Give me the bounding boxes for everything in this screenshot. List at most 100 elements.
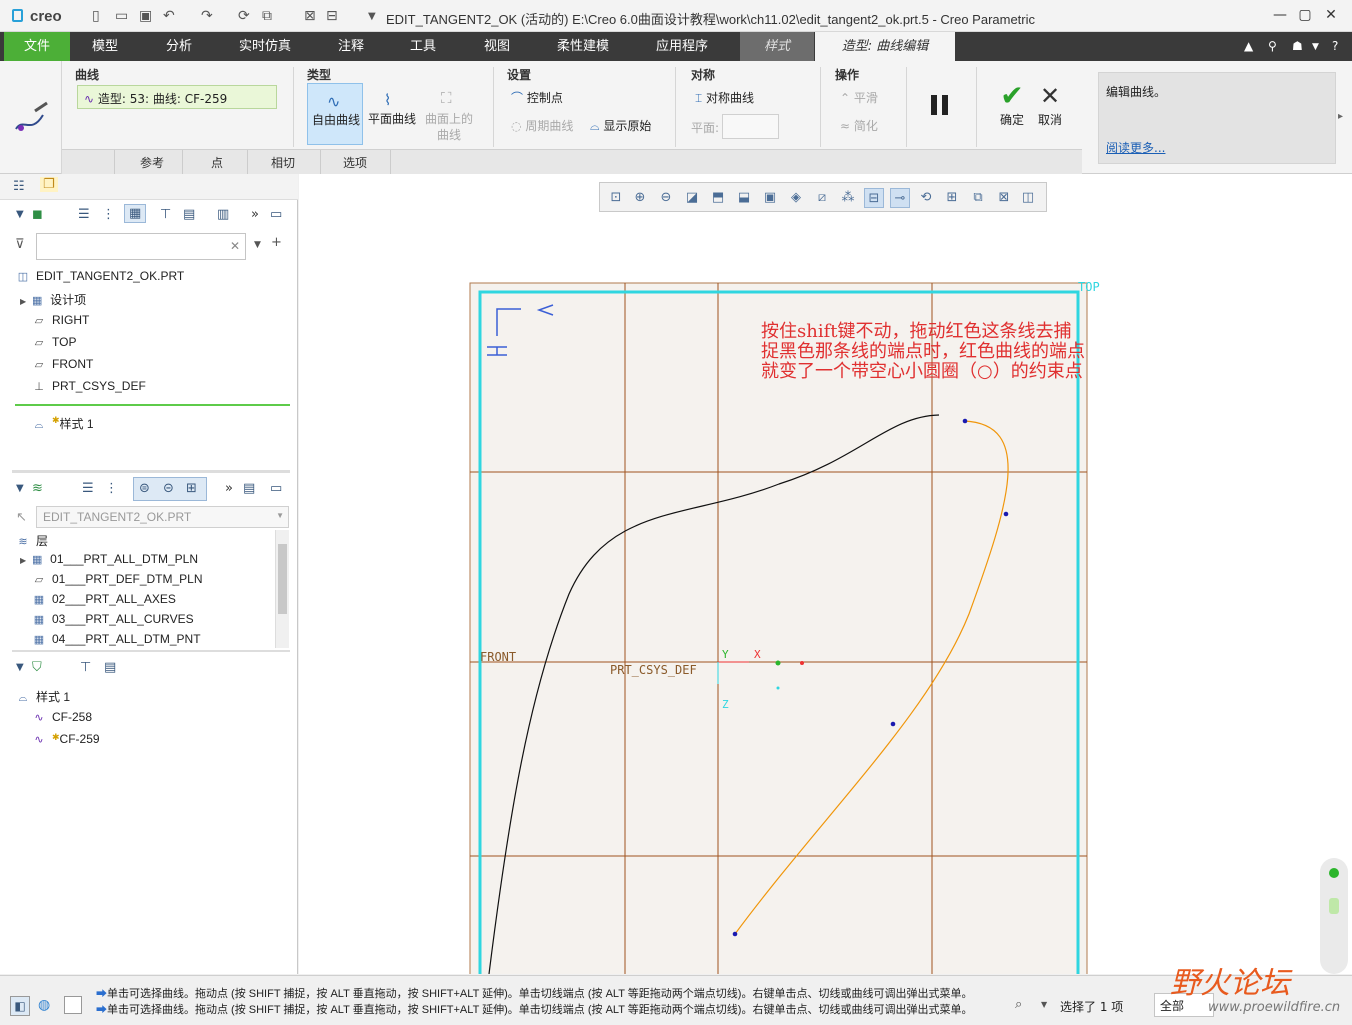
new-file-icon[interactable]: ▯	[92, 8, 100, 24]
tree-item-front[interactable]: ▱ FRONT	[32, 357, 94, 371]
layer-item[interactable]: ▦ 03___PRT_ALL_CURVES	[32, 612, 194, 626]
control-point[interactable]	[1003, 511, 1009, 517]
chevron-down-icon[interactable]: ▼	[16, 662, 24, 673]
show-icon[interactable]: ▤	[183, 207, 195, 222]
navigator-toggle-icon[interactable]: ◧	[10, 996, 30, 1016]
more-icon[interactable]: »	[251, 207, 259, 222]
layer-scrollbar[interactable]	[275, 530, 289, 648]
tab-file[interactable]: 文件	[4, 32, 70, 61]
export-icon[interactable]: ▭	[270, 207, 282, 222]
layer-item[interactable]: ▦ 04___PRT_ALL_DTM_PNT	[32, 632, 201, 646]
show-icon[interactable]: ▤	[104, 660, 116, 675]
tree-columns-icon[interactable]: ▦	[124, 204, 147, 223]
learning-icon[interactable]: ☗	[1292, 39, 1303, 53]
layer-settings-icon[interactable]: ▤	[243, 481, 255, 496]
subtab-point[interactable]: 点	[211, 154, 223, 171]
more-icon[interactable]: »	[225, 481, 233, 496]
chevron-down-icon[interactable]: ▼	[368, 11, 376, 22]
minimize-ribbon-icon[interactable]: ▲	[1244, 39, 1253, 53]
chevron-down-icon[interactable]: ▼	[1312, 42, 1319, 52]
curve-collector[interactable]: ∿ 造型: 53: 曲线: CF-259	[77, 85, 277, 109]
tab-applications[interactable]: 应用程序	[644, 32, 720, 61]
expand-all-icon[interactable]: ☰	[82, 481, 94, 496]
collapse-all-icon[interactable]: ⋮	[102, 207, 115, 222]
fullscreen-icon[interactable]	[64, 996, 82, 1014]
layer-item[interactable]: ▦ 02___PRT_ALL_AXES	[32, 592, 176, 606]
save-icon[interactable]: ▣	[139, 8, 152, 24]
style-tree-curve[interactable]: ∿ ✱CF-259	[32, 732, 99, 746]
layer-item[interactable]: ▱ 01___PRT_DEF_DTM_PLN	[32, 572, 203, 586]
tree-filter-icon[interactable]: ⊤	[80, 660, 91, 675]
subtab-options[interactable]: 选项	[343, 154, 367, 171]
chevron-down-icon[interactable]: ▼	[16, 209, 24, 220]
splitter[interactable]	[12, 650, 290, 652]
chevron-down-icon[interactable]: ▼	[276, 511, 284, 520]
customize-icon[interactable]: ⊟	[326, 8, 338, 24]
symmetric-curve-button[interactable]: ⌶ 对称曲线	[695, 89, 754, 106]
close-window-icon[interactable]: ⊠	[304, 8, 316, 24]
tab-model[interactable]: 模型	[72, 32, 138, 61]
periodic-curve-button[interactable]: ◌ 周期曲线	[511, 117, 573, 134]
show-original-button[interactable]: ⌓ 显示原始	[590, 117, 651, 134]
redo-icon[interactable]: ↷	[201, 8, 213, 24]
layer-model-dropdown[interactable]: EDIT_TANGENT2_OK.PRT ▼	[36, 506, 289, 528]
tab-curve-edit[interactable]: 造型: 曲线编辑	[815, 32, 955, 61]
layer-hide-icon[interactable]: ⊝	[163, 481, 174, 496]
tab-tools[interactable]: 工具	[390, 32, 456, 61]
plane-label-top[interactable]: TOP	[1078, 280, 1100, 294]
help-read-more-link[interactable]: 阅读更多...	[1106, 139, 1165, 156]
ok-button[interactable]: ✔ 确定	[994, 81, 1030, 133]
tree-item-top[interactable]: ▱ TOP	[32, 335, 77, 349]
insert-indicator[interactable]	[15, 404, 290, 406]
settings-icon[interactable]: ▥	[217, 207, 229, 222]
subtab-references[interactable]: 参考	[140, 154, 164, 171]
folder-browser-tab-icon[interactable]: ❐	[40, 177, 58, 192]
expand-all-icon[interactable]: ☰	[78, 207, 90, 222]
minimize-button[interactable]: —	[1270, 7, 1290, 23]
control-point-button[interactable]: ⌒ 控制点	[511, 89, 563, 106]
plane-label-front[interactable]: FRONT	[480, 650, 516, 664]
simplify-button[interactable]: ≈ 简化	[840, 117, 878, 134]
tab-view[interactable]: 视图	[464, 32, 530, 61]
layer-isolate-icon[interactable]: ⊞	[186, 481, 197, 496]
control-point[interactable]	[962, 418, 968, 424]
filter-icon[interactable]: ⊽	[15, 237, 25, 252]
chevron-down-icon[interactable]: ▼	[254, 240, 261, 250]
smooth-button[interactable]: ⌃ 平滑	[840, 89, 878, 106]
csys-label[interactable]: PRT_CSYS_DEF	[610, 663, 697, 677]
regenerate-icon[interactable]: ⟳	[238, 8, 250, 24]
tab-simulation[interactable]: 实时仿真	[226, 32, 304, 61]
tab-analysis[interactable]: 分析	[146, 32, 212, 61]
model-view[interactable]: TOP FRONT PRT_CSYS_DEF Y X Z	[299, 174, 1352, 974]
tree-search-input[interactable]: ✕	[36, 233, 246, 260]
tab-annotate[interactable]: 注释	[318, 32, 384, 61]
layer-show-icon[interactable]: ⊜	[139, 481, 150, 496]
cancel-button[interactable]: ✕ 取消	[1034, 81, 1066, 133]
help-icon[interactable]: ?	[1332, 39, 1338, 53]
add-icon[interactable]: +	[271, 235, 282, 250]
pause-button[interactable]	[928, 93, 952, 117]
open-file-icon[interactable]: ▭	[115, 8, 128, 24]
clear-icon[interactable]: ✕	[230, 239, 240, 253]
maximize-button[interactable]: ▢	[1295, 7, 1315, 23]
model-tree-tab-icon[interactable]: ☷	[13, 179, 25, 194]
curve-on-surface-button[interactable]: ⛶ 曲面上的 曲线	[423, 83, 479, 145]
tab-style[interactable]: 样式	[740, 32, 814, 61]
tree-item-right[interactable]: ▱ RIGHT	[32, 313, 90, 327]
windows-icon[interactable]: ⧉	[262, 8, 272, 24]
control-point[interactable]	[890, 721, 896, 727]
control-point[interactable]	[732, 931, 738, 937]
layer-item[interactable]: ▶ ▦ 01___PRT_ALL_DTM_PLN	[20, 552, 198, 566]
tab-flexible-modeling[interactable]: 柔性建模	[545, 32, 621, 61]
scrollbar-thumb[interactable]	[278, 544, 287, 614]
browser-toggle-icon[interactable]: ◍	[38, 997, 50, 1013]
close-button[interactable]: ✕	[1321, 7, 1341, 23]
subtab-tangency[interactable]: 相切	[271, 154, 295, 171]
style-tree-curve[interactable]: ∿ CF-258	[32, 710, 92, 724]
graphics-window[interactable]: ⊡ ⊕ ⊖ ◪ ⬒ ⬓ ▣ ◈ ⧄ ⁂ ⊟ ⊸ ⟲ ⊞ ⧉ ⊠ ◫ TOP FR…	[299, 174, 1352, 974]
free-curve-button[interactable]: ∿ 自由曲线	[307, 83, 363, 145]
planar-curve-button[interactable]: ⌇ 平面曲线	[365, 83, 421, 145]
search-icon[interactable]: ⚲	[1268, 39, 1277, 53]
collapse-all-icon[interactable]: ⋮	[105, 481, 118, 496]
export-icon[interactable]: ▭	[270, 481, 282, 496]
